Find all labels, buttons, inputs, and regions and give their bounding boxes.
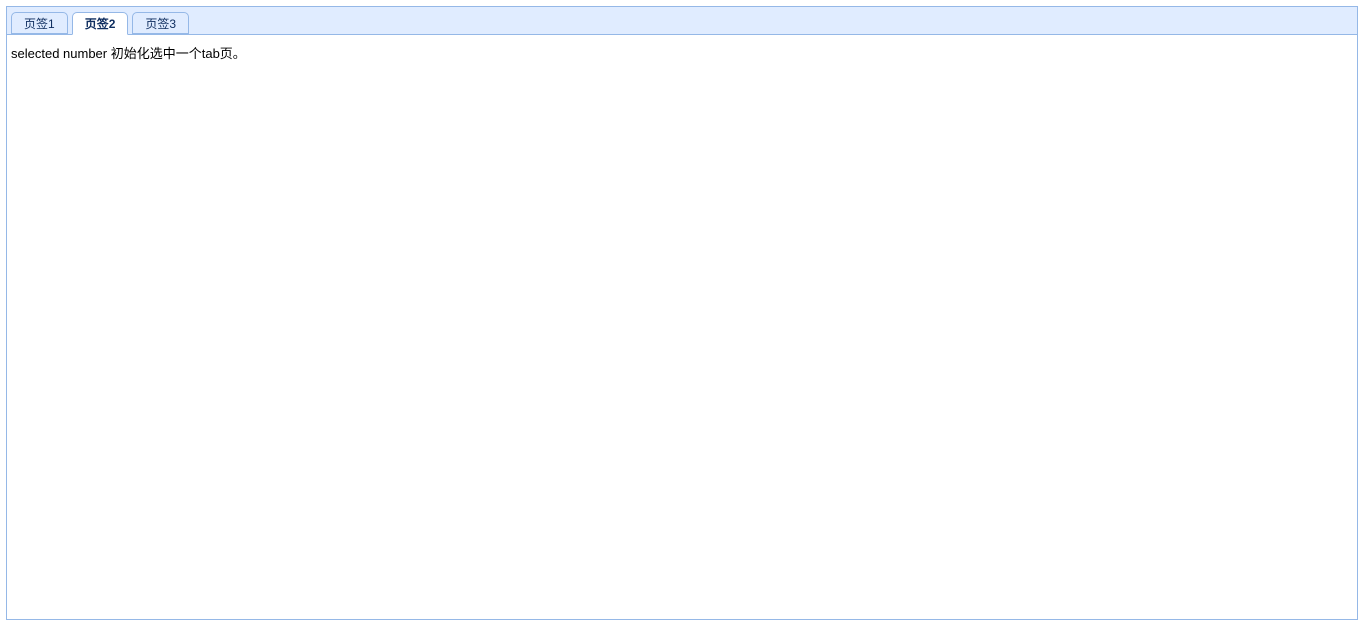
tab-2[interactable]: 页签2 [72,12,129,35]
tab-header: 页签1 页签2 页签3 [7,7,1357,35]
tab-container: 页签1 页签2 页签3 selected number 初始化选中一个tab页。 [6,6,1358,620]
tab-3[interactable]: 页签3 [132,12,189,34]
tab-content-panel: selected number 初始化选中一个tab页。 [7,35,1357,619]
tab-2-label: 页签2 [85,15,116,32]
tab-1[interactable]: 页签1 [11,12,68,34]
content-text: selected number 初始化选中一个tab页。 [11,46,246,61]
tab-3-label: 页签3 [145,15,176,32]
tab-1-label: 页签1 [24,15,55,32]
